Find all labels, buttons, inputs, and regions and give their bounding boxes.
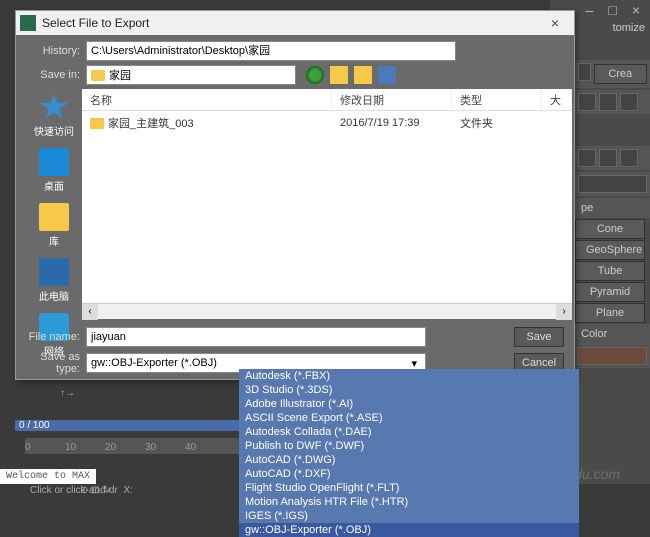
sidebar-item-库[interactable]: 库 — [26, 203, 82, 248]
filetype-option[interactable]: Autodesk Collada (*.DAE) — [239, 425, 579, 439]
savein-dropdown[interactable]: 家园 — [86, 65, 296, 85]
history-label: History: — [26, 45, 86, 57]
command-panel: Crea pe ConeGeoSphereTubePyramidPlane Co… — [575, 60, 650, 370]
star-icon — [39, 93, 69, 121]
back-icon[interactable] — [306, 66, 324, 84]
filetype-option[interactable]: ASCII Scene Export (*.ASE) — [239, 411, 579, 425]
panel-icon[interactable] — [599, 93, 617, 111]
col-size[interactable]: 大 — [542, 89, 572, 110]
primitive-tube-button[interactable]: Tube — [575, 261, 645, 281]
dialog-title: Select File to Export — [42, 16, 540, 30]
app-window-controls: – □ × — [576, 0, 650, 20]
places-sidebar: 快速访问桌面库此电脑网络 — [26, 89, 82, 319]
filetype-option[interactable]: AutoCAD (*.DXF) — [239, 467, 579, 481]
dialog-titlebar[interactable]: Select File to Export × — [16, 11, 574, 35]
color-section-label: Color — [575, 324, 650, 344]
sidebar-item-label: 桌面 — [26, 178, 82, 193]
create-label: Crea — [594, 64, 648, 84]
up-folder-icon[interactable] — [330, 66, 348, 84]
export-dialog: Select File to Export × History: C:\User… — [15, 10, 575, 380]
sidebar-item-label: 此电脑 — [26, 288, 82, 303]
scroll-right-arrow[interactable]: › — [556, 304, 572, 320]
primitive-geosphere-button[interactable]: GeoSphere — [575, 240, 645, 260]
col-type[interactable]: 类型 — [452, 89, 542, 110]
sidebar-item-label: 快速访问 — [26, 123, 82, 138]
filetype-option[interactable]: Flight Studio OpenFlight (*.FLT) — [239, 481, 579, 495]
app-icon — [20, 15, 36, 31]
filetype-option[interactable]: Adobe Illustrator (*.AI) — [239, 397, 579, 411]
history-dropdown[interactable]: C:\Users\Administrator\Desktop\家园 — [86, 41, 456, 61]
view-menu-icon[interactable] — [378, 66, 396, 84]
close-button[interactable]: × — [632, 2, 640, 18]
filetype-option[interactable]: gw::OBJ-Exporter (*.OBJ) — [239, 523, 579, 537]
sidebar-item-label: 库 — [26, 233, 82, 248]
filetype-option[interactable]: Motion Analysis HTR File (*.HTR) — [239, 495, 579, 509]
filetype-dropdown-list: Autodesk (*.FBX)3D Studio (*.3DS)Adobe I… — [239, 369, 579, 537]
file-row[interactable]: 家园_主建筑_0032016/7/19 17:39文件夹 — [82, 111, 572, 135]
sidebar-item-桌面[interactable]: 桌面 — [26, 148, 82, 193]
minimize-button[interactable]: – — [586, 2, 594, 18]
geometry-icon[interactable] — [578, 149, 596, 167]
category-dropdown-icon[interactable] — [578, 175, 647, 193]
shapes-icon[interactable] — [599, 149, 617, 167]
filetype-option[interactable]: 3D Studio (*.3DS) — [239, 383, 579, 397]
welcome-banner: Welcome to MAX — [0, 469, 96, 484]
saveastype-label: Save as type: — [26, 351, 86, 375]
filetype-option[interactable]: AutoCAD (*.DWG) — [239, 453, 579, 467]
filetype-option[interactable]: Publish to DWF (*.DWF) — [239, 439, 579, 453]
horizontal-scrollbar[interactable]: ‹ › — [82, 303, 572, 319]
sidebar-item-快速访问[interactable]: 快速访问 — [26, 93, 82, 138]
maximize-button[interactable]: □ — [608, 2, 616, 18]
create-tab-icon[interactable] — [578, 63, 591, 81]
lights-icon[interactable] — [620, 149, 638, 167]
primitive-pyramid-button[interactable]: Pyramid — [575, 282, 645, 302]
panel-icon[interactable] — [578, 93, 596, 111]
desktop-icon — [39, 148, 69, 176]
customize-menu[interactable]: tomize — [613, 22, 645, 34]
dialog-close-button[interactable]: × — [540, 15, 570, 31]
lib-icon — [39, 203, 69, 231]
color-swatch[interactable] — [578, 347, 647, 365]
filename-label: File name: — [26, 331, 86, 343]
viewport-axis: ↑→ — [60, 388, 75, 399]
col-name[interactable]: 名称 — [82, 89, 332, 110]
folder-icon — [91, 70, 105, 81]
sidebar-item-此电脑[interactable]: 此电脑 — [26, 258, 82, 303]
file-list: 名称 修改日期 类型 大 家园_主建筑_0032016/7/19 17:39文件… — [82, 89, 572, 319]
filename-input[interactable] — [86, 327, 426, 347]
scroll-left-arrow[interactable]: ‹ — [82, 304, 98, 320]
filetype-option[interactable]: Autodesk (*.FBX) — [239, 369, 579, 383]
pc-icon — [39, 258, 69, 286]
col-date[interactable]: 修改日期 — [332, 89, 452, 110]
savein-label: Save in: — [26, 69, 86, 81]
new-folder-icon[interactable] — [354, 66, 372, 84]
folder-icon — [90, 118, 104, 129]
save-button[interactable]: Save — [514, 327, 564, 347]
coord-x-label: X: — [123, 485, 132, 496]
primitive-cone-button[interactable]: Cone — [575, 219, 645, 239]
shape-section-label: pe — [575, 198, 650, 218]
savein-value: 家园 — [109, 67, 131, 83]
file-list-header: 名称 修改日期 类型 大 — [82, 89, 572, 111]
panel-icon[interactable] — [620, 93, 638, 111]
status-text: Click or click-and-dr — [30, 485, 118, 496]
primitive-plane-button[interactable]: Plane — [575, 303, 645, 323]
filetype-option[interactable]: IGES (*.IGS) — [239, 509, 579, 523]
